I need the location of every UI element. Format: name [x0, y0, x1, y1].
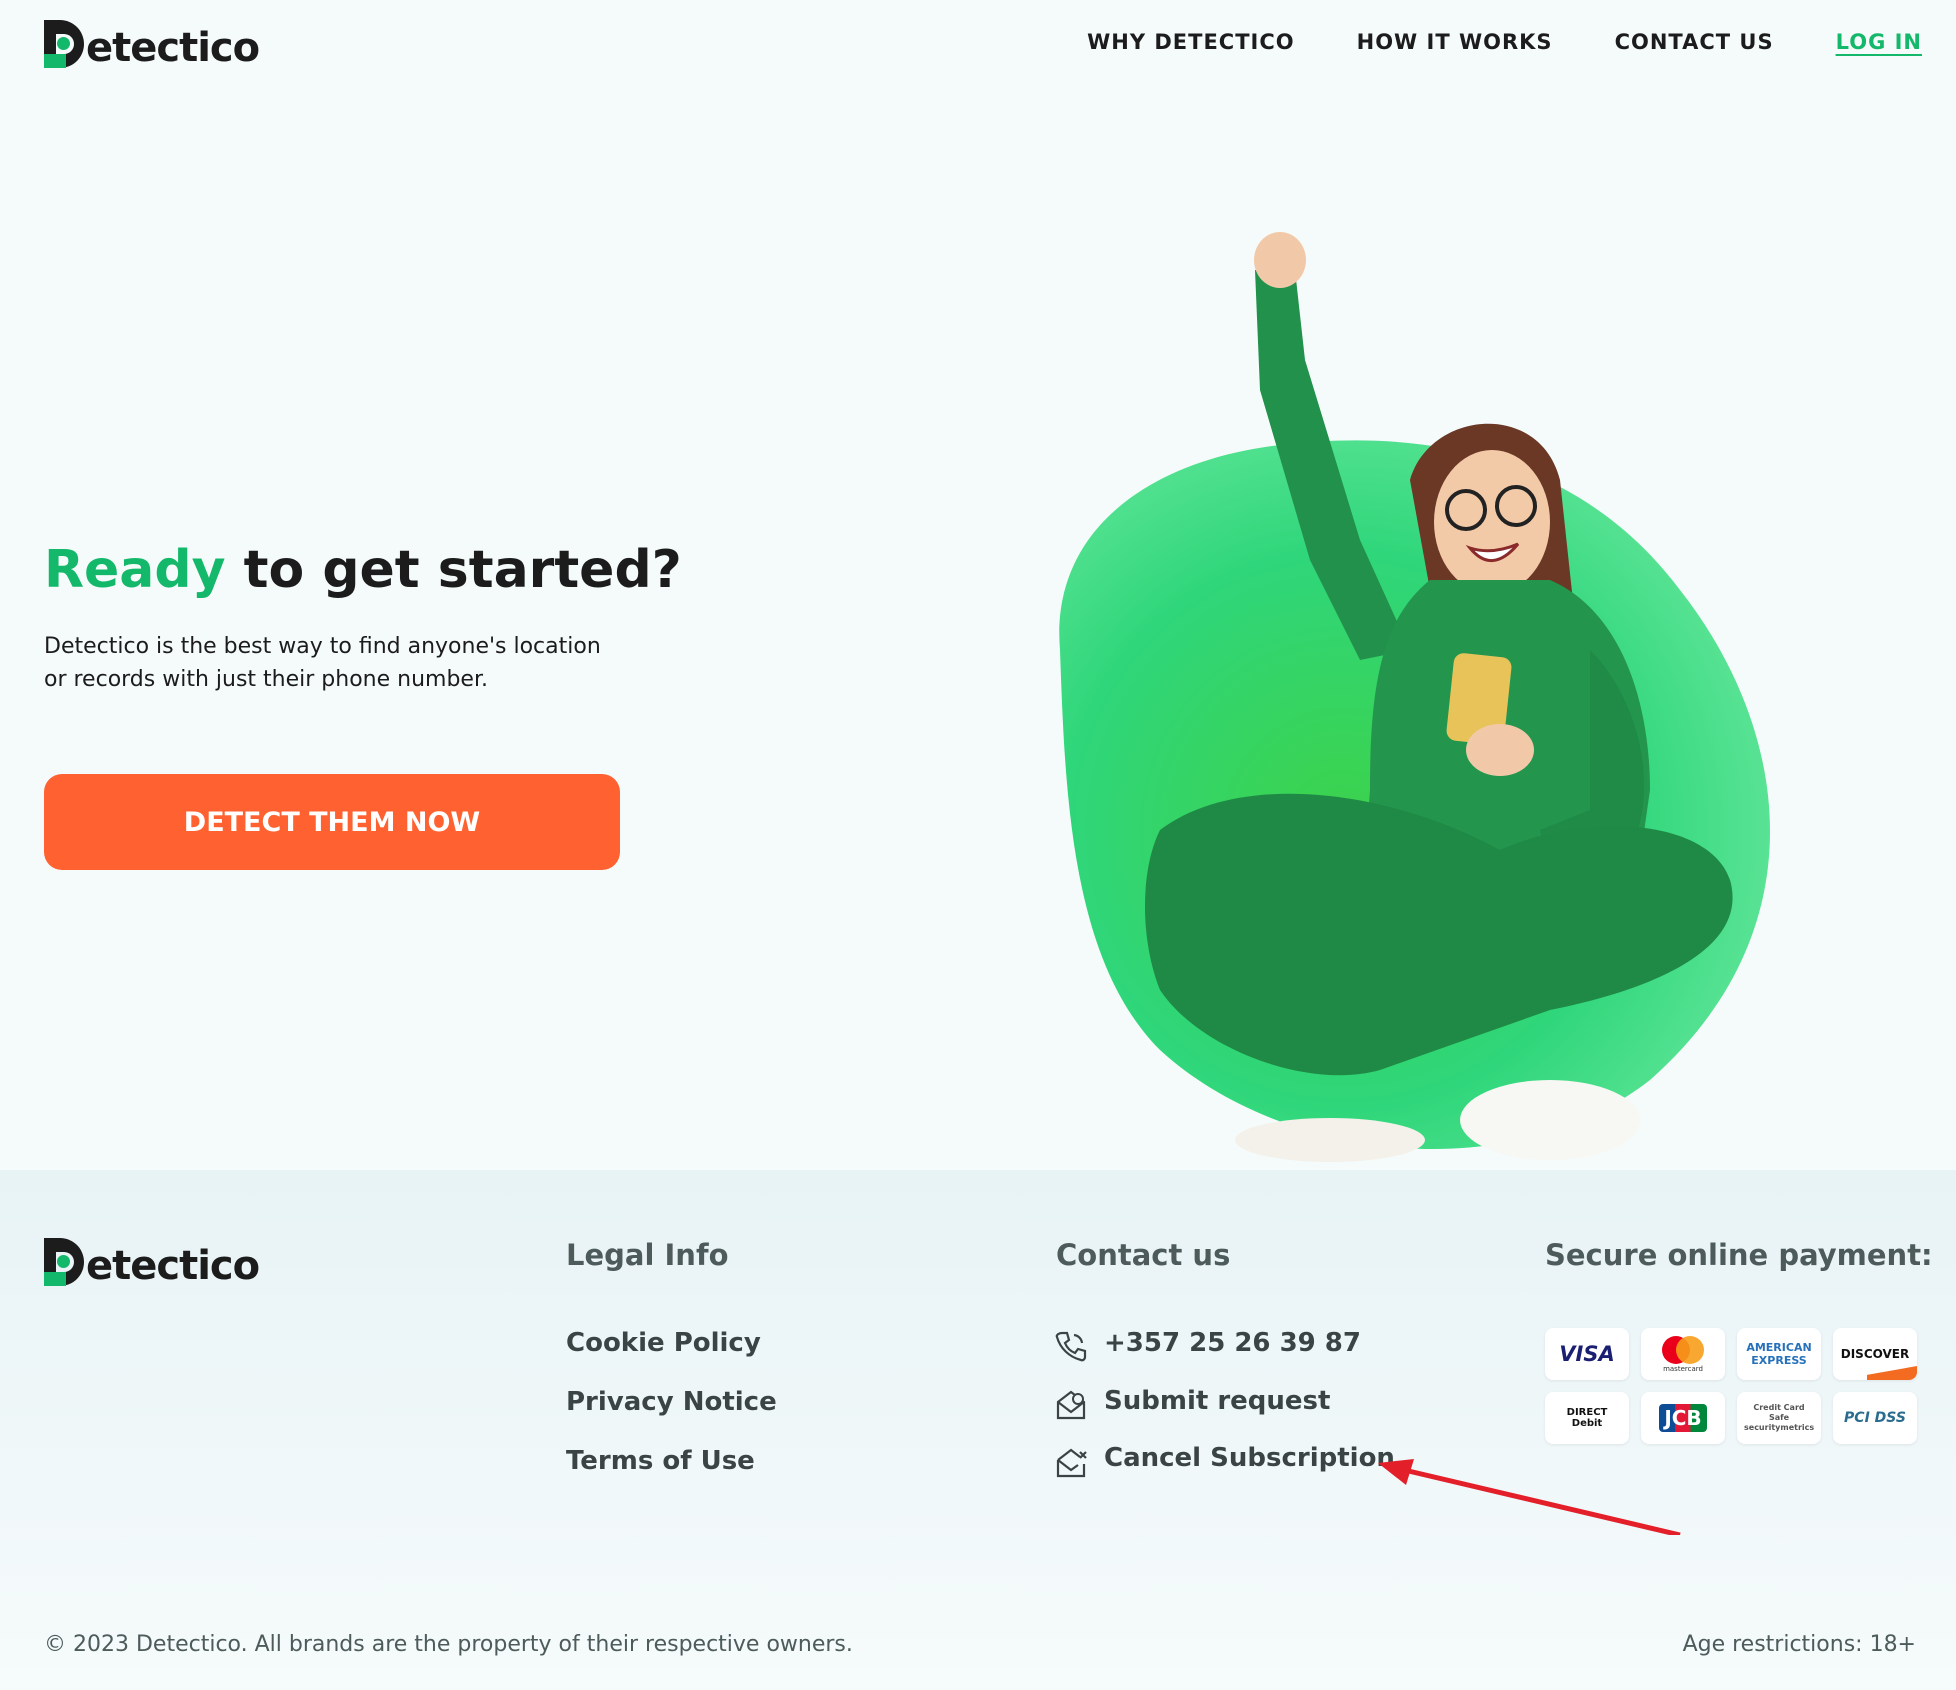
cookie-policy-link[interactable]: Cookie Policy	[566, 1328, 761, 1358]
visa-logo: VISA	[1545, 1328, 1629, 1380]
nav-log-in[interactable]: LOG IN	[1836, 30, 1922, 54]
security-metrics-logo: Credit Card Safe securitymetrics	[1737, 1392, 1821, 1444]
age-restriction-text: Age restrictions: 18+	[1682, 1632, 1916, 1657]
contact-us-title: Contact us	[1056, 1238, 1231, 1272]
copyright-text: © 2023 Detectico. All brands are the pro…	[44, 1632, 853, 1657]
hero-subtitle: Detectico is the best way to find anyone…	[44, 634, 601, 692]
left-shoe	[1235, 1118, 1425, 1162]
payment-logos-row-2: DIRECT Debit JCB Credit Card Safe securi…	[1545, 1392, 1917, 1444]
logo-d-icon	[44, 20, 84, 68]
right-shoe	[1460, 1080, 1640, 1160]
footer: etectico Legal Info Cookie Policy Privac…	[0, 1170, 1956, 1690]
legal-info-title: Legal Info	[566, 1238, 729, 1272]
footer-logo-d-icon	[44, 1238, 84, 1286]
header-logo[interactable]: etectico	[44, 20, 260, 71]
nav-how-it-works[interactable]: HOW IT WORKS	[1357, 30, 1553, 54]
mastercard-logo: mastercard	[1641, 1328, 1725, 1380]
phone-number-link[interactable]: +357 25 26 39 87	[1104, 1328, 1361, 1358]
nav-why-detectico[interactable]: WHY DETECTICO	[1087, 30, 1295, 54]
privacy-notice-link[interactable]: Privacy Notice	[566, 1387, 777, 1417]
direct-debit-logo: DIRECT Debit	[1545, 1392, 1629, 1444]
hero-title-accent: Ready	[44, 540, 226, 600]
terms-of-use-link[interactable]: Terms of Use	[566, 1446, 755, 1476]
raised-fist	[1254, 232, 1306, 288]
discover-logo: DISCOVER	[1833, 1328, 1917, 1380]
jcb-logo: JCB	[1641, 1392, 1725, 1444]
phone-icon	[1055, 1331, 1087, 1362]
top-nav: WHY DETECTICO HOW IT WORKS CONTACT US LO…	[1025, 30, 1922, 54]
footer-logo[interactable]: etectico	[44, 1238, 260, 1289]
red-annotation-arrow	[1378, 1459, 1681, 1535]
footer-logo-wordmark: etectico	[86, 1243, 260, 1289]
logo-wordmark: etectico	[86, 25, 260, 71]
payment-logos-row-1: VISA mastercard AMERICAN EXPRESS DISCOVE…	[1545, 1328, 1917, 1380]
envelope-at-icon	[1056, 1390, 1086, 1420]
hero-title-rest: to get started?	[225, 540, 682, 600]
hero-illustration	[1059, 232, 1770, 1162]
detect-them-now-button[interactable]: DETECT THEM NOW	[44, 774, 620, 870]
submit-request-link[interactable]: Submit request	[1104, 1386, 1330, 1416]
hero-title: Ready to get started?	[44, 540, 682, 600]
cancel-subscription-link[interactable]: Cancel Subscription	[1104, 1443, 1395, 1473]
secure-payment-title: Secure online payment:	[1545, 1238, 1933, 1272]
pci-dss-logo: PCI DSS	[1833, 1392, 1917, 1444]
nav-contact-us[interactable]: CONTACT US	[1615, 30, 1774, 54]
envelope-cancel-icon	[1056, 1448, 1087, 1478]
american-express-logo: AMERICAN EXPRESS	[1737, 1328, 1821, 1380]
